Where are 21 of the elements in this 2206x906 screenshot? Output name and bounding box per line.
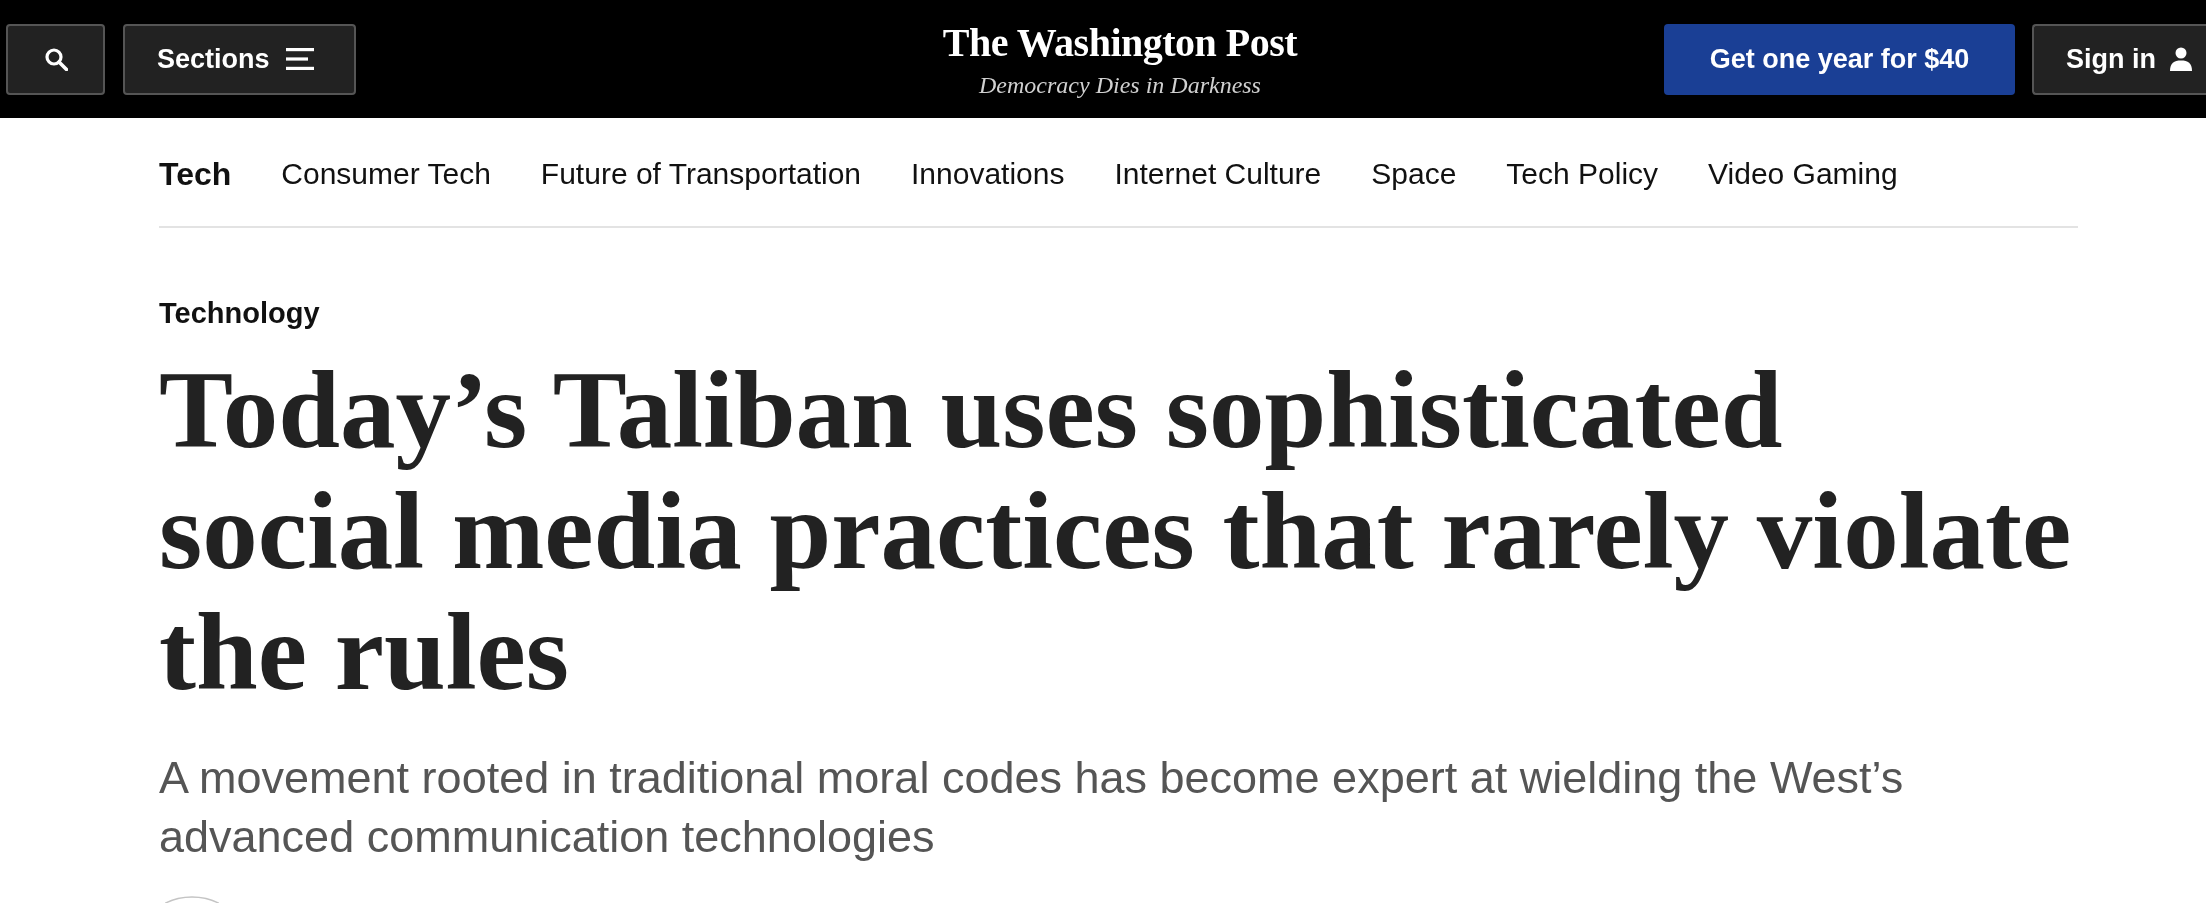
logo[interactable]: The Washington Post bbox=[942, 18, 1298, 67]
person-icon bbox=[2170, 47, 2192, 71]
nav-link[interactable]: Internet Culture bbox=[1114, 157, 1322, 191]
nav-link[interactable]: Space bbox=[1371, 157, 1457, 191]
nav-link[interactable]: Tech Policy bbox=[1506, 157, 1659, 191]
tagline: Democracy Dies in Darkness bbox=[979, 70, 1261, 100]
nav-link[interactable]: Consumer Tech bbox=[281, 157, 491, 191]
article-subtitle: A movement rooted in traditional moral codes has become expert at wielding the West’s advanced communication technologies bbox=[159, 751, 1905, 864]
search-button[interactable] bbox=[6, 23, 105, 95]
nav-link[interactable]: Future of Transportation bbox=[540, 157, 862, 191]
nav-link[interactable]: Innovations bbox=[911, 157, 1065, 191]
subscribe-button[interactable]: Get one year for $40 bbox=[1664, 23, 2015, 95]
sign-in-button[interactable]: Sign in bbox=[2032, 23, 2206, 95]
avatar-icon bbox=[165, 896, 219, 903]
section-label[interactable]: Technology bbox=[159, 296, 320, 331]
nav-link[interactable]: Video Gaming bbox=[1708, 157, 1898, 191]
menu-icon bbox=[285, 47, 314, 71]
search-icon bbox=[43, 47, 68, 71]
headline: Today’s Taliban uses sophisticated social media practices that rarely violate the rules bbox=[159, 349, 2073, 712]
sections-button[interactable]: Sections bbox=[123, 23, 356, 95]
section-title[interactable]: Tech bbox=[159, 155, 232, 193]
